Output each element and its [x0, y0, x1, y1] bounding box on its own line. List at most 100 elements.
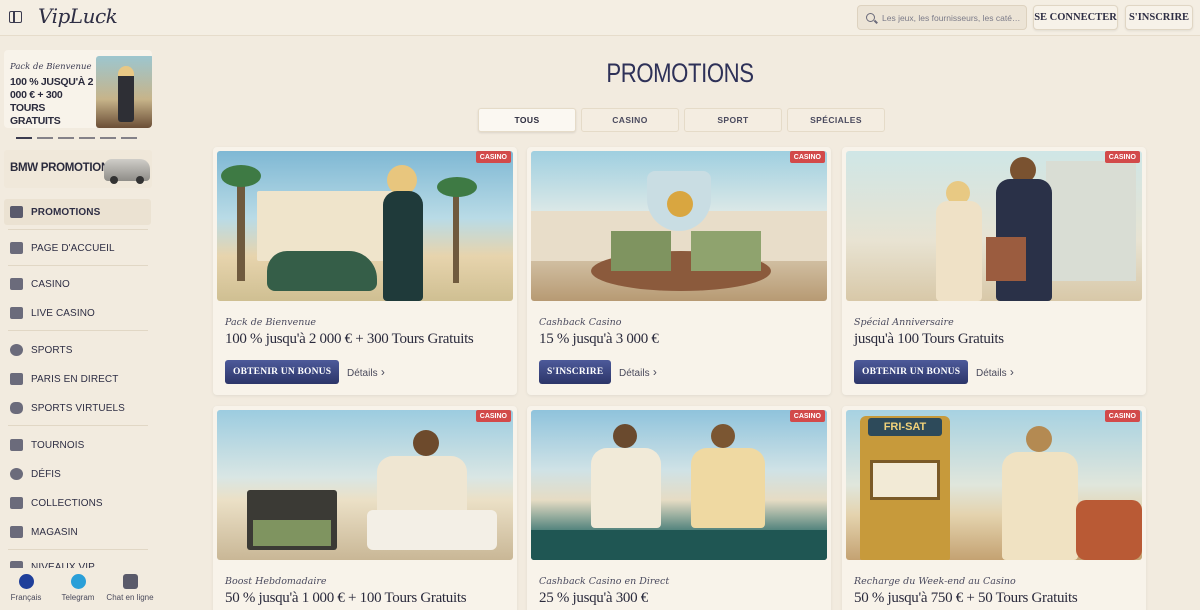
sidebar-item-live-casino[interactable]: LIVE CASINO: [4, 300, 151, 326]
promo-image-slot-machine-man: FRI-SAT: [846, 410, 1142, 560]
home-icon: [10, 242, 23, 254]
sidebar-item-label: LIVE CASINO: [31, 307, 95, 319]
carousel-dots[interactable]: [16, 137, 137, 139]
carousel-dot[interactable]: [100, 137, 116, 139]
get-bonus-button[interactable]: OBTENIR UN BONUS: [854, 360, 969, 384]
telegram-link[interactable]: Telegram: [52, 568, 104, 610]
divider: [8, 229, 148, 230]
sidebar-item-label: CASINO: [31, 278, 70, 290]
sidebar-item-label: PROMOTIONS: [31, 206, 101, 218]
promo-subtitle: Cashback Casino en Direct: [539, 576, 670, 587]
divider: [8, 425, 148, 426]
promo-title: 50 % jusqu'à 750 € + 50 Tours Gratuits: [854, 590, 1078, 606]
promo-card-weekly-boost[interactable]: CASINO Boost Hebdomadaire 50 % jusqu'à 1…: [213, 406, 517, 610]
sidebar-item-home[interactable]: PAGE D'ACCUEIL: [4, 235, 151, 261]
sidebar-item-tournaments[interactable]: TOURNOIS: [4, 432, 151, 458]
promo-image-woman-villa: [217, 151, 513, 301]
promo-card-casino-cashback[interactable]: CASINO Cashback Casino 15 % jusqu'à 3 00…: [527, 147, 831, 395]
category-badge: CASINO: [1104, 410, 1140, 422]
promo-title: 50 % jusqu'à 1 000 € + 100 Tours Gratuit…: [225, 590, 467, 606]
search-input[interactable]: [882, 9, 1022, 27]
promo-image-diamond-cash: [531, 151, 827, 301]
promo-subtitle: Pack de Bienvenue: [225, 317, 317, 328]
soccer-ball-icon: [10, 344, 23, 356]
sidebar-item-collections[interactable]: COLLECTIONS: [4, 490, 151, 516]
shop-bag-icon: [10, 526, 23, 538]
logo[interactable]: VipLuck: [38, 4, 118, 28]
sidebar-item-label: COLLECTIONS: [31, 497, 103, 509]
telegram-label: Telegram: [61, 593, 95, 602]
sidebar-item-promotions[interactable]: PROMOTIONS: [4, 199, 151, 225]
carousel-dot[interactable]: [16, 137, 32, 139]
promo-title: 25 % jusqu'à 300 €: [539, 590, 648, 606]
sidebar-footer: Français Telegram Chat en ligne: [0, 568, 156, 610]
sidebar-promo-banner[interactable]: Pack de Bienvenue 100 % JUSQU'À 2 000 € …: [4, 50, 152, 128]
sidebar-item-label: SPORTS VIRTUELS: [31, 402, 125, 414]
promo-banner-image: [96, 56, 152, 128]
cards-icon: [10, 307, 23, 319]
register-button[interactable]: S'INSCRIRE: [1125, 5, 1193, 30]
promo-card-welcome-pack[interactable]: CASINO Pack de Bienvenue 100 % jusqu'à 2…: [213, 147, 517, 395]
sidebar-item-shop[interactable]: MAGASIN: [4, 519, 151, 545]
details-link[interactable]: Détails: [619, 365, 657, 379]
details-link[interactable]: Détails: [976, 365, 1014, 379]
promo-image-couple-gift: [846, 151, 1142, 301]
chat-label: Chat en ligne: [106, 593, 154, 602]
tab-sport[interactable]: SPORT: [684, 108, 782, 132]
promo-image-man-money-case: [217, 410, 513, 560]
medal-icon: [10, 468, 23, 480]
divider: [8, 549, 148, 550]
chat-icon: [122, 574, 138, 589]
slot-machine-icon: [10, 278, 23, 290]
tab-all[interactable]: TOUS: [478, 108, 576, 132]
tab-casino[interactable]: CASINO: [581, 108, 679, 132]
eu-flag-icon: [18, 574, 34, 589]
promo-title: 100 % jusqu'à 2 000 € + 300 Tours Gratui…: [225, 331, 474, 347]
carousel-dot[interactable]: [58, 137, 74, 139]
bmw-promotion-banner[interactable]: BMW PROMOTION: [4, 150, 152, 188]
sidebar-item-label: SPORTS: [31, 344, 73, 356]
sidebar-item-casino[interactable]: CASINO: [4, 271, 151, 297]
promo-banner-text: 100 % JUSQU'À 2 000 € + 300 TOURS GRATUI…: [10, 76, 94, 127]
tv-icon: [10, 373, 23, 385]
promo-image-two-men-poker: [531, 410, 827, 560]
sidebar-item-label: PARIS EN DIRECT: [31, 373, 119, 385]
promo-subtitle: Spécial Anniversaire: [854, 317, 954, 328]
slot-sign: FRI-SAT: [868, 418, 942, 436]
top-bar: VipLuck SE CONNECTER S'INSCRIRE: [0, 0, 1200, 36]
details-link[interactable]: Détails: [347, 365, 385, 379]
language-label: Français: [10, 593, 42, 602]
telegram-icon: [70, 574, 86, 589]
search-box[interactable]: [857, 5, 1027, 30]
tab-special[interactable]: SPÉCIALES: [787, 108, 885, 132]
carousel-dot[interactable]: [37, 137, 53, 139]
get-bonus-button[interactable]: OBTENIR UN BONUS: [225, 360, 340, 384]
sidebar: Pack de Bienvenue 100 % JUSQU'À 2 000 € …: [0, 36, 156, 610]
sidebar-item-virtual-sports[interactable]: SPORTS VIRTUELS: [4, 395, 151, 421]
carousel-dot[interactable]: [79, 137, 95, 139]
sidebar-item-challenges[interactable]: DÉFIS: [4, 461, 151, 487]
promo-subtitle: Recharge du Week-end au Casino: [854, 576, 1016, 587]
sidebar-item-sports[interactable]: SPORTS: [4, 337, 151, 363]
register-bonus-button[interactable]: S'INSCRIRE: [539, 360, 612, 384]
category-badge: CASINO: [789, 151, 825, 163]
sidebar-toggle-icon[interactable]: [9, 11, 22, 23]
category-badge: CASINO: [475, 410, 511, 422]
sidebar-item-live-betting[interactable]: PARIS EN DIRECT: [4, 366, 151, 392]
car-image: [104, 159, 150, 184]
promo-title: jusqu'à 100 Tours Gratuits: [854, 331, 1004, 347]
login-button[interactable]: SE CONNECTER: [1033, 5, 1118, 30]
category-badge: CASINO: [475, 151, 511, 163]
promo-card-weekend-reload[interactable]: FRI-SAT CASINO Recharge du Week-end au C…: [842, 406, 1146, 610]
book-icon: [10, 497, 23, 509]
divider: [8, 265, 148, 266]
category-badge: CASINO: [789, 410, 825, 422]
trophy-icon: [10, 439, 23, 451]
promo-card-anniversary[interactable]: CASINO Spécial Anniversaire jusqu'à 100 …: [842, 147, 1146, 395]
promo-card-live-cashback[interactable]: CASINO Cashback Casino en Direct 25 % ju…: [527, 406, 831, 610]
search-icon: [866, 13, 875, 22]
live-chat-button[interactable]: Chat en ligne: [104, 568, 156, 610]
carousel-dot[interactable]: [121, 137, 137, 139]
promo-title: 15 % jusqu'à 3 000 €: [539, 331, 659, 347]
language-selector[interactable]: Français: [0, 568, 52, 610]
